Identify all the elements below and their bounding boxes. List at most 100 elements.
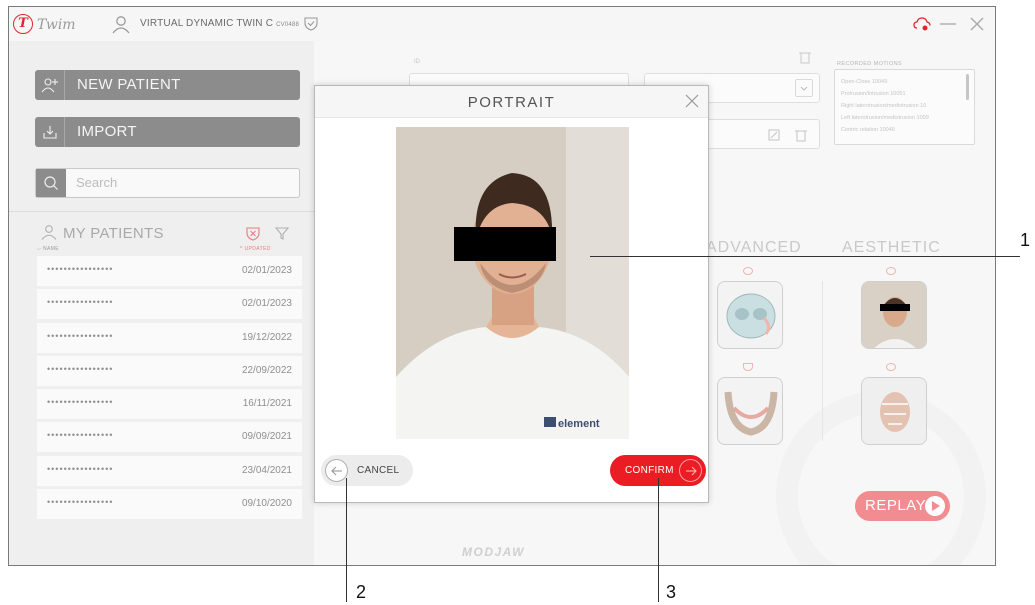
divider [9,211,314,212]
user-icon [41,224,57,244]
patient-updated-date: 19/12/2022 [241,331,292,343]
patient-name: •••••••••••••••• [47,497,114,508]
motion-item[interactable]: Centric relation 10049 [835,124,974,136]
sidebar: NEW PATIENT IMPORT MY PATIENTS ⌵ NAME [9,41,314,565]
patient-name: •••••••••••••••• [47,264,114,274]
replay-label: REPLAY [865,497,927,514]
patient-code: CV0488 [276,22,300,28]
shield-filter-icon[interactable] [246,226,260,246]
patient-row[interactable]: •••••••••••••••• 16/11/2021 [37,389,302,420]
patient-name: •••••••••••••••• [47,363,114,374]
shirt-brand-text: element [558,418,600,430]
callout-number-2: 2 [356,582,367,602]
callout-number-1: 1 [1020,230,1031,250]
search-box[interactable] [35,168,300,198]
sort-name-label: NAME [42,246,60,252]
skull-icon [743,267,753,275]
app-name: Twim [37,17,76,33]
patient-updated-date: 02/01/2023 [241,298,292,310]
callout-line-2 [346,478,347,602]
sort-by-updated[interactable]: ^ UPDATED [240,246,271,252]
user-icon[interactable] [111,14,131,39]
patient-row[interactable]: •••••••••••••••• 02/01/2023 [37,289,302,320]
dialog-title: PORTRAIT [467,94,556,111]
portrait-dialog: PORTRAIT element CANCEL CONFIRM [314,85,709,503]
patient-updated-date: 23/04/2021 [241,464,292,476]
close-icon[interactable] [684,93,700,114]
patient-name: •••••••••••••••• [47,297,114,308]
brand-logo: MODJAW [462,545,525,559]
confirm-label: CONFIRM [625,465,674,476]
edit-icon[interactable] [767,128,781,147]
arrow-right-icon [679,459,702,482]
patient-row[interactable]: •••••••••••••••• 02/01/2023 [37,256,302,286]
replay-button[interactable]: REPLAY [855,491,950,521]
portrait-thumbnail[interactable] [861,281,927,349]
patient-updated-date: 09/10/2020 [241,498,292,510]
new-patient-label: NEW PATIENT [77,76,181,93]
face-scan-thumbnail[interactable] [861,377,927,445]
import-label: IMPORT [77,123,137,140]
patient-updated-date: 02/01/2023 [241,265,292,276]
patient-list: •••••••••••••••• 02/01/2023 •••••••••••••… [37,256,302,522]
cancel-label: CANCEL [357,465,400,476]
cloud-sync-icon[interactable] [913,16,931,37]
id-field-label: ID [414,59,420,65]
chevron-down-icon [795,79,813,97]
trash-icon[interactable] [795,128,807,147]
patient-title: VIRTUAL DYNAMIC TWIN C CV0488 [140,18,299,29]
motion-item[interactable]: Protrusion/Intrusion 10051 [835,88,974,100]
import-icon [35,117,65,147]
recorded-motions-title: RECORDED MOTIONS [837,61,903,67]
search-input[interactable] [76,175,276,190]
title-bar: T Twim VIRTUAL DYNAMIC TWIN C CV0488 [9,7,995,41]
patient-name: •••••••••••••••• [47,397,114,408]
face-scan-icon [886,363,896,371]
patient-name: •••••••••••••••• [47,463,114,474]
minimize-icon[interactable] [939,16,957,37]
patient-name: •••••••••••••••• [47,330,114,341]
filter-icon[interactable] [274,226,290,246]
scrollbar[interactable] [966,74,969,100]
category-advanced[interactable]: ADVANCED [706,239,802,257]
patient-row[interactable]: •••••••••••••••• 22/09/2022 [37,355,302,386]
patient-row[interactable]: •••••••••••••••• 23/04/2021 [37,455,302,486]
my-patients-label: MY PATIENTS [63,225,164,242]
cancel-button[interactable]: CANCEL [321,455,413,486]
patient-updated-date: 09/09/2021 [241,431,292,443]
recorded-motions-list[interactable]: Open-Close 10049 Protrusion/Intrusion 10… [834,69,975,145]
jaw-icon [743,363,753,371]
motion-item[interactable]: Left laterotrusion/mediotrusion 1009 [835,112,974,124]
arrow-left-icon [325,459,348,482]
face-icon [886,267,896,275]
close-window-icon[interactable] [969,16,985,37]
patient-updated-date: 16/11/2021 [242,398,292,410]
callout-line-3 [658,478,659,602]
trash-icon[interactable] [799,50,811,69]
app-logo: T [13,14,33,34]
patient-row[interactable]: •••••••••••••••• 19/12/2022 [37,322,302,353]
shield-icon[interactable] [304,16,318,36]
sort-by-name[interactable]: ⌵ NAME [37,246,59,252]
add-user-icon [35,70,65,100]
mandible-3d-thumbnail[interactable] [717,377,783,445]
patient-name: VIRTUAL DYNAMIC TWIN C [140,18,274,29]
patient-name: •••••••••••••••• [47,430,114,441]
patient-row[interactable]: •••••••••••••••• 09/10/2020 [37,489,302,520]
divider [822,281,823,441]
skull-3d-thumbnail[interactable] [717,281,783,349]
new-patient-button[interactable]: NEW PATIENT [35,70,300,100]
motion-item[interactable]: Open-Close 10049 [835,76,974,88]
dialog-header: PORTRAIT [315,86,708,118]
portrait-image: element [396,127,629,439]
import-button[interactable]: IMPORT [35,117,300,147]
patient-updated-date: 22/09/2022 [241,364,292,376]
sort-updated-label: UPDATED [244,246,271,252]
callout-line-1 [590,256,1020,257]
my-patients-heading: MY PATIENTS [41,224,164,244]
search-icon [36,169,66,197]
callout-number-3: 3 [666,582,677,602]
category-aesthetic[interactable]: AESTHETIC [842,239,941,257]
patient-row[interactable]: •••••••••••••••• 09/09/2021 [37,422,302,453]
motion-item[interactable]: Right laterotrusion/mediotrusion 10 [835,100,974,112]
